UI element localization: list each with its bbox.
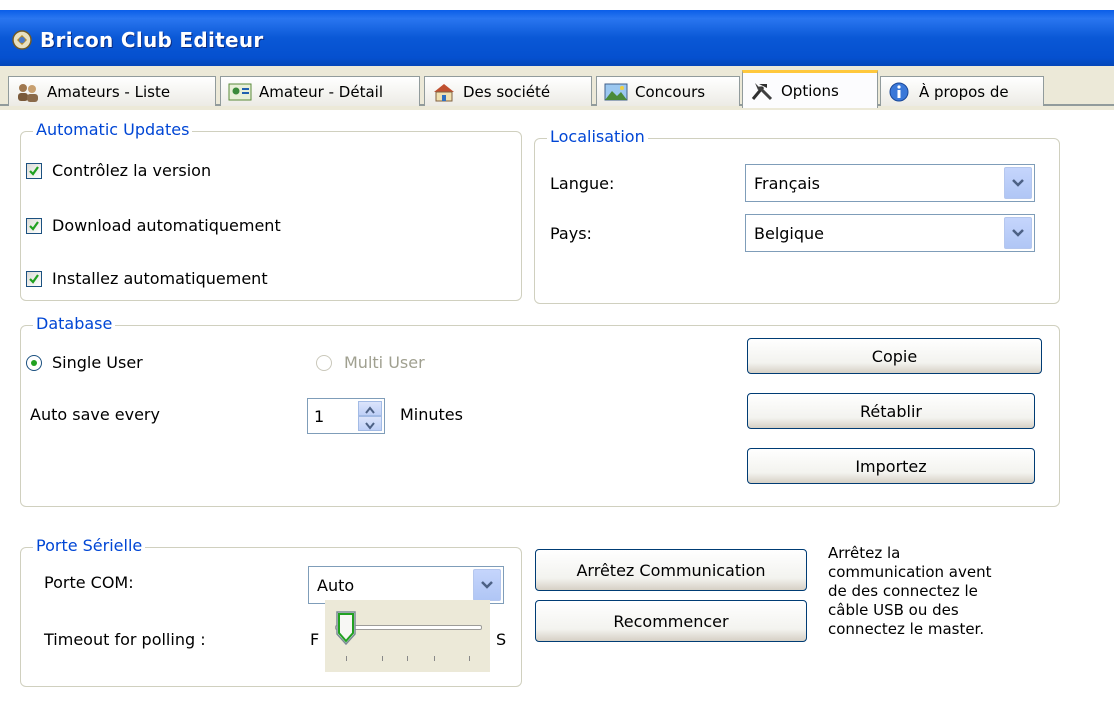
- tab-options[interactable]: Options: [742, 70, 878, 108]
- landscape-icon: [604, 83, 628, 100]
- timeout-slider[interactable]: [325, 600, 490, 672]
- slider-thumb[interactable]: [335, 610, 357, 646]
- slider-tick: [434, 656, 435, 661]
- install-auto-label: Installez automatiquement: [52, 269, 268, 288]
- note-line: Arrêtez la: [828, 544, 901, 562]
- tools-icon: [751, 82, 773, 100]
- copy-button[interactable]: Copie: [747, 338, 1042, 374]
- slider-max-label: S: [496, 630, 507, 649]
- tab-label: Amateurs - Liste: [47, 82, 171, 101]
- multi-user-radio[interactable]: [316, 355, 332, 371]
- group-legend: Porte Sérielle: [33, 536, 146, 555]
- download-auto-label: Download automatiquement: [52, 216, 281, 235]
- restart-button[interactable]: Recommencer: [535, 600, 807, 642]
- note-line: câble USB ou des: [828, 601, 959, 619]
- tab-amateur-detail[interactable]: Amateur - Détail: [220, 76, 420, 106]
- check-version-label: Contrôlez la version: [52, 161, 212, 180]
- country-value: Belgique: [754, 224, 825, 243]
- com-port-label: Porte COM:: [44, 573, 134, 592]
- stop-communication-button[interactable]: Arrêtez Communication: [535, 549, 807, 591]
- multi-user-label: Multi User: [344, 353, 425, 372]
- tab-a-propos-de[interactable]: À propos de: [880, 76, 1044, 106]
- chevron-down-icon[interactable]: [473, 569, 501, 601]
- tab-concours[interactable]: Concours: [596, 76, 740, 106]
- tab-label: Amateur - Détail: [259, 82, 383, 101]
- single-user-label: Single User: [52, 353, 143, 372]
- slider-tick: [469, 656, 470, 661]
- slider-min-label: F: [310, 630, 320, 649]
- com-port-value: Auto: [317, 576, 355, 595]
- autosave-label: Auto save every: [30, 405, 160, 424]
- group-legend: Localisation: [547, 127, 648, 146]
- single-user-radio[interactable]: [26, 355, 42, 371]
- slider-tick: [382, 656, 383, 661]
- group-legend: Automatic Updates: [33, 120, 193, 139]
- import-button[interactable]: Importez: [747, 448, 1035, 484]
- tab-label: À propos de: [919, 82, 1009, 101]
- language-value: Français: [754, 174, 820, 193]
- radio-dot: [31, 360, 37, 366]
- autosave-stepper[interactable]: 1: [307, 398, 385, 434]
- slider-tick: [346, 656, 347, 661]
- info-icon: [889, 82, 909, 101]
- slider-tick: [407, 656, 408, 661]
- spin-up-icon[interactable]: [358, 401, 382, 416]
- app-icon: [12, 30, 32, 50]
- install-auto-checkbox[interactable]: [26, 271, 42, 287]
- tab-amateurs-liste[interactable]: Amateurs - Liste: [8, 76, 216, 106]
- download-auto-checkbox[interactable]: [26, 218, 42, 234]
- language-label: Langue:: [550, 174, 615, 193]
- tab-label: Des société: [463, 82, 551, 101]
- slider-track: [335, 625, 482, 630]
- restore-button[interactable]: Rétablir: [747, 393, 1035, 429]
- window-title: Bricon Club Editeur: [40, 28, 264, 52]
- tab-label: Concours: [635, 82, 706, 101]
- users-icon: [18, 83, 38, 102]
- spin-down-icon[interactable]: [358, 416, 382, 431]
- title-bar: Bricon Club Editeur: [0, 0, 1114, 66]
- user-card-icon: [228, 83, 252, 100]
- note-line: connectez le master.: [828, 620, 985, 638]
- communication-note: Arrêtez la communication avent de des co…: [828, 544, 1068, 639]
- language-select[interactable]: Français: [745, 164, 1035, 202]
- tab-label: Options: [781, 81, 839, 100]
- country-select[interactable]: Belgique: [745, 214, 1035, 252]
- autosave-value: 1: [314, 407, 325, 426]
- country-label: Pays:: [550, 224, 592, 243]
- note-line: communication avent: [828, 563, 992, 581]
- autosave-unit: Minutes: [400, 405, 463, 424]
- tab-des-societe[interactable]: Des société: [424, 76, 592, 106]
- check-version-checkbox[interactable]: [26, 163, 42, 179]
- building-icon: [434, 83, 454, 101]
- com-port-select[interactable]: Auto: [308, 566, 504, 604]
- group-legend: Database: [33, 314, 116, 333]
- chevron-down-icon[interactable]: [1004, 167, 1032, 199]
- timeout-label: Timeout for polling :: [44, 630, 206, 649]
- chevron-down-icon[interactable]: [1004, 217, 1032, 249]
- note-line: de des connectez le: [828, 582, 978, 600]
